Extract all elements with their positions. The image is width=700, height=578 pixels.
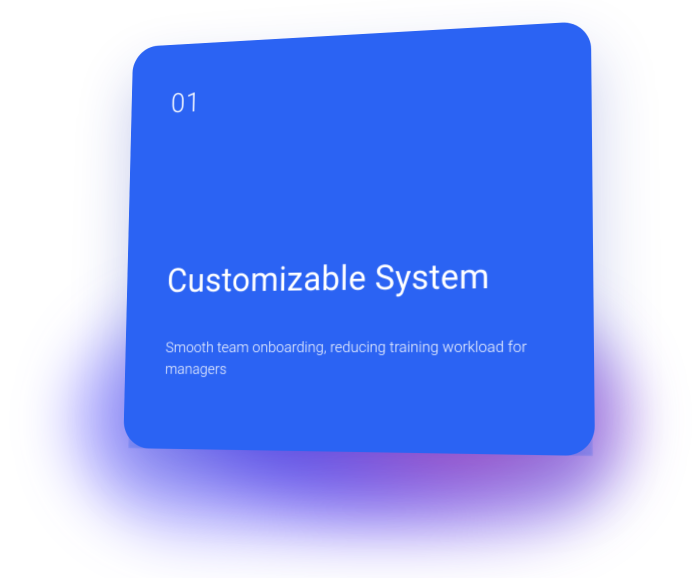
card-description: Smooth team onboarding, reducing trainin… — [165, 336, 548, 382]
card-title: Customizable System — [167, 255, 548, 300]
feature-card: 01 Customizable System Smooth team onboa… — [123, 21, 595, 456]
card-number: 01 — [171, 70, 546, 120]
feature-card-stage: 01 Customizable System Smooth team onboa… — [0, 0, 700, 578]
